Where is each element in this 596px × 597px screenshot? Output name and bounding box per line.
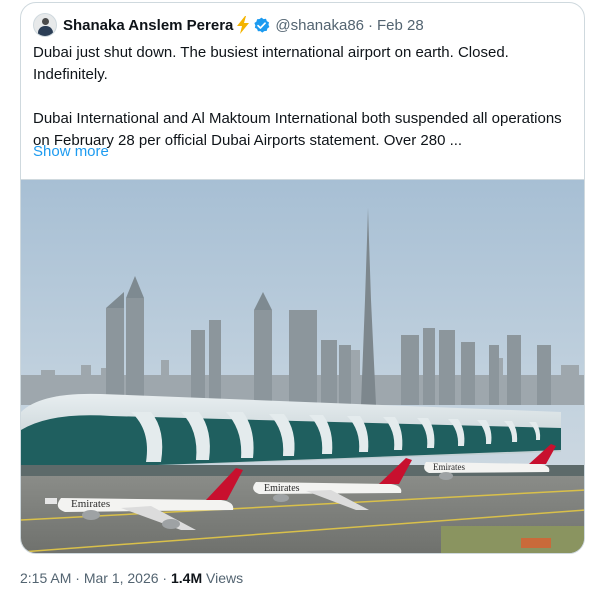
tweet-header: Shanaka Anslem Perera @shanaka86 · Feb 2… xyxy=(33,13,424,37)
author-name[interactable]: Shanaka Anslem Perera xyxy=(63,17,233,34)
post-date[interactable]: Feb 28 xyxy=(377,17,424,34)
post-full-date[interactable]: Mar 1, 2026 xyxy=(84,570,159,586)
livery-text: Emirates xyxy=(264,483,300,494)
airport-photo: Emirates Emirates Emirates xyxy=(21,180,584,553)
tweet-card[interactable]: Shanaka Anslem Perera @shanaka86 · Feb 2… xyxy=(20,2,585,554)
views-label: Views xyxy=(202,570,244,586)
tweet-paragraph: Dubai International and Al Maktoum Inter… xyxy=(33,110,562,149)
verified-badge-icon xyxy=(254,17,270,33)
views-count[interactable]: 1.4M xyxy=(171,570,202,586)
tweet-meta: 2:15 AM · Mar 1, 2026 · 1.4M Views xyxy=(20,570,243,586)
author-avatar[interactable] xyxy=(33,13,57,37)
lightning-bolt-icon xyxy=(237,16,250,34)
tweet-image[interactable]: Emirates Emirates Emirates xyxy=(21,179,584,553)
livery-text: Emirates xyxy=(71,498,110,510)
post-time[interactable]: 2:15 AM xyxy=(20,570,71,586)
livery-text: Emirates xyxy=(433,462,465,472)
author-handle[interactable]: @shanaka86 xyxy=(275,17,364,34)
tweet-paragraph: Dubai just shut down. The busiest intern… xyxy=(33,44,509,83)
meta-separator: · xyxy=(71,570,84,586)
tweet-text: Dubai just shut down. The busiest intern… xyxy=(33,42,573,152)
separator-dot: · xyxy=(368,16,373,34)
show-more-link[interactable]: Show more xyxy=(33,143,109,160)
meta-separator: · xyxy=(158,570,171,586)
